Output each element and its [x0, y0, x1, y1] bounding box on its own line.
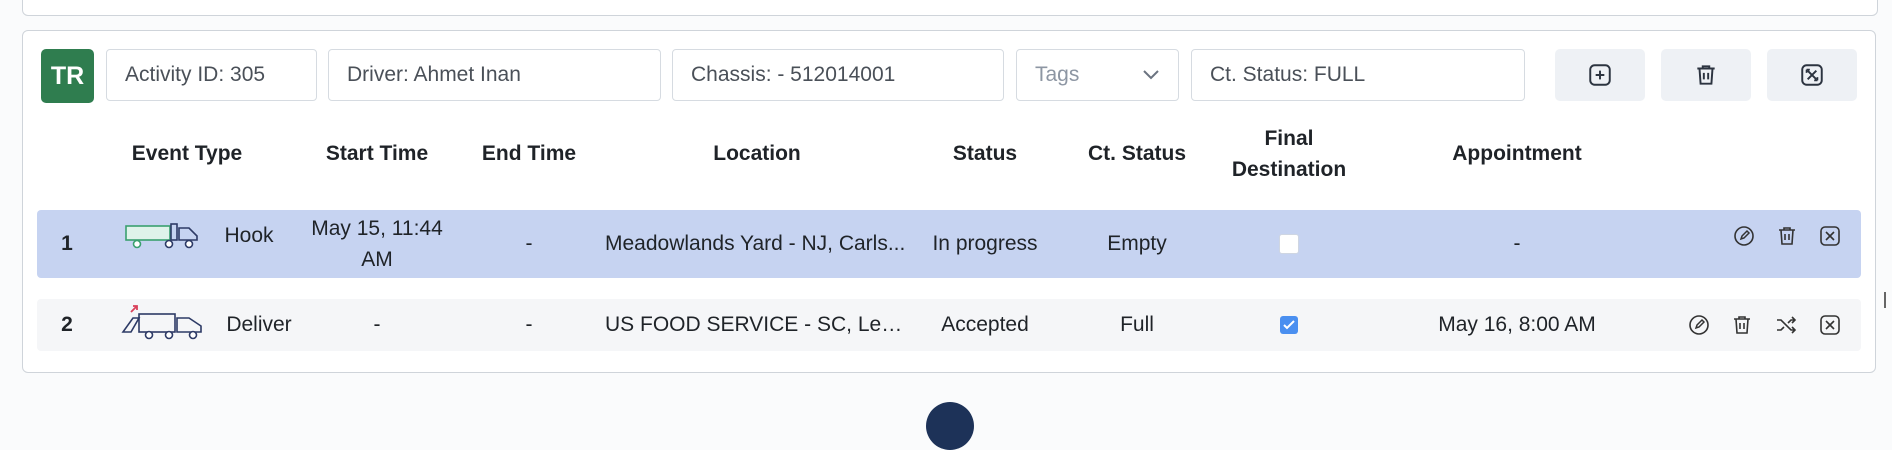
col-start-time: Start Time	[325, 142, 429, 165]
col-status: Status	[952, 142, 1018, 165]
driver-field[interactable]: Driver: Ahmet Inan	[328, 49, 661, 101]
tags-select[interactable]: Tags	[1016, 49, 1179, 101]
activity-card: TR Activity ID: 305 Driver: Ahmet Inan C…	[22, 30, 1876, 373]
truck-hook-icon	[125, 223, 198, 249]
event-type: Hook	[224, 224, 274, 247]
ct-status-field[interactable]: Ct. Status: FULL	[1191, 49, 1525, 101]
row-number: 1	[61, 232, 73, 255]
col-final-destination: Final Destination	[1231, 127, 1347, 181]
close-box-icon	[1801, 64, 1823, 86]
trash-icon	[1697, 65, 1715, 85]
trash-icon[interactable]	[1775, 224, 1799, 248]
close-box-icon[interactable]	[1818, 313, 1842, 337]
start-time: May 15, 11:44 AM	[311, 217, 443, 271]
col-appointment: Appointment	[1452, 142, 1582, 165]
chassis-field[interactable]: Chassis: - 512014001	[672, 49, 1004, 101]
end-time: -	[525, 313, 533, 336]
checkmark-icon	[1283, 320, 1295, 330]
ct-status: Full	[1120, 313, 1154, 336]
final-destination-checkbox[interactable]	[1280, 316, 1298, 334]
status: In progress	[932, 232, 1038, 255]
status: Accepted	[941, 313, 1029, 336]
end-time: -	[525, 232, 533, 255]
ct-status: Empty	[1107, 232, 1167, 255]
chevron-down-icon	[1143, 70, 1159, 80]
row-number: 2	[61, 313, 73, 336]
col-end-time: End Time	[481, 142, 577, 165]
col-event-type: Event Type	[131, 142, 243, 165]
truck-deliver-icon	[121, 305, 202, 340]
event-type: Deliver	[226, 313, 292, 336]
edit-icon[interactable]	[1687, 313, 1711, 337]
col-ct-status: Ct. Status	[1087, 142, 1187, 165]
appointment: May 16, 8:00 AM	[1438, 313, 1596, 336]
table-row[interactable]: 1 Hook May 15, 11:44 AM - Meadowlands Ya…	[37, 210, 1861, 278]
previous-card	[22, 0, 1878, 16]
location: US FOOD SERVICE - SC, Lexi...	[605, 313, 909, 336]
start-time: -	[373, 313, 381, 336]
scroll-edge	[1884, 292, 1892, 308]
scroll-to-top-button[interactable]	[926, 402, 974, 450]
close-box-icon[interactable]	[1818, 224, 1842, 248]
add-icon	[1589, 64, 1611, 86]
route-badge: TR	[41, 49, 94, 103]
trash-icon[interactable]	[1730, 313, 1754, 337]
tags-placeholder: Tags	[1035, 63, 1080, 86]
edit-icon[interactable]	[1732, 224, 1756, 248]
close-button[interactable]	[1767, 49, 1857, 101]
add-button[interactable]	[1555, 49, 1645, 101]
shuffle-icon[interactable]	[1774, 313, 1798, 337]
delete-button[interactable]	[1661, 49, 1751, 101]
activity-id-field[interactable]: Activity ID: 305	[106, 49, 317, 101]
table-row[interactable]: 2 Deliver - - US FOOD SERVICE - SC, Lexi…	[37, 299, 1861, 351]
col-location: Location	[713, 142, 801, 165]
location: Meadowlands Yard - NJ, Carls...	[605, 232, 906, 255]
final-destination-checkbox[interactable]	[1279, 234, 1299, 254]
appointment: -	[1513, 232, 1521, 255]
